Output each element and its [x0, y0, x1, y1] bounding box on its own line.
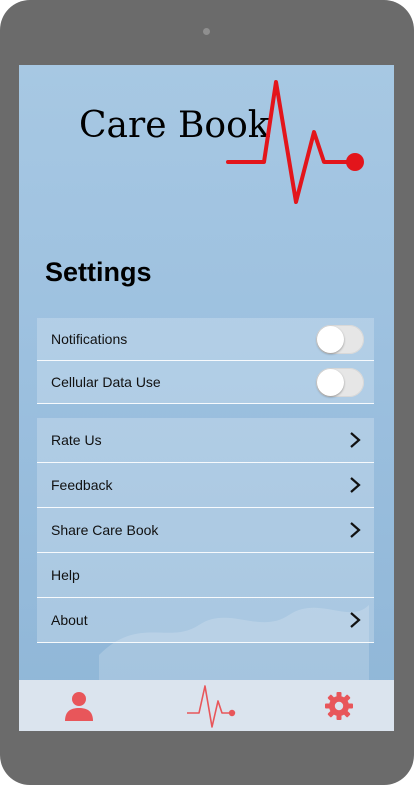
heartbeat-icon [187, 684, 236, 728]
app-screen: Care Book Settings Notifications Cellula… [19, 65, 394, 731]
chevron-right-icon [350, 612, 361, 628]
link-settings-group: Rate Us Feedback Share Care Book Help Ab… [37, 418, 374, 643]
notifications-row: Notifications [37, 318, 374, 361]
help-label: Help [51, 567, 80, 583]
heartbeat-logo-icon [226, 80, 364, 204]
share-care-book-row[interactable]: Share Care Book [37, 508, 374, 553]
feedback-row[interactable]: Feedback [37, 463, 374, 508]
toggle-knob [317, 326, 344, 353]
help-row[interactable]: Help [37, 553, 374, 598]
notifications-toggle[interactable] [316, 325, 364, 354]
tab-settings[interactable] [309, 680, 369, 731]
share-care-book-label: Share Care Book [51, 522, 159, 538]
gear-icon [325, 691, 353, 720]
bottom-tab-bar [19, 680, 394, 731]
profile-icon [65, 691, 93, 721]
camera-dot [203, 28, 210, 35]
toggle-settings-group: Notifications Cellular Data Use [37, 318, 374, 404]
rate-us-label: Rate Us [51, 432, 102, 448]
page-title: Settings [45, 257, 152, 287]
rate-us-row[interactable]: Rate Us [37, 418, 374, 463]
notifications-label: Notifications [51, 331, 128, 347]
tab-profile[interactable] [49, 680, 109, 731]
chevron-right-icon [350, 432, 361, 448]
tab-home[interactable] [181, 680, 241, 731]
cellular-data-row: Cellular Data Use [37, 361, 374, 404]
feedback-label: Feedback [51, 477, 113, 493]
about-row[interactable]: About [37, 598, 374, 643]
cellular-data-label: Cellular Data Use [51, 374, 161, 390]
cellular-data-toggle[interactable] [316, 368, 364, 397]
chevron-right-icon [350, 522, 361, 538]
device-frame: Care Book Settings Notifications Cellula… [0, 0, 414, 785]
about-label: About [51, 612, 88, 628]
chevron-right-icon [350, 477, 361, 493]
toggle-knob [317, 369, 344, 396]
